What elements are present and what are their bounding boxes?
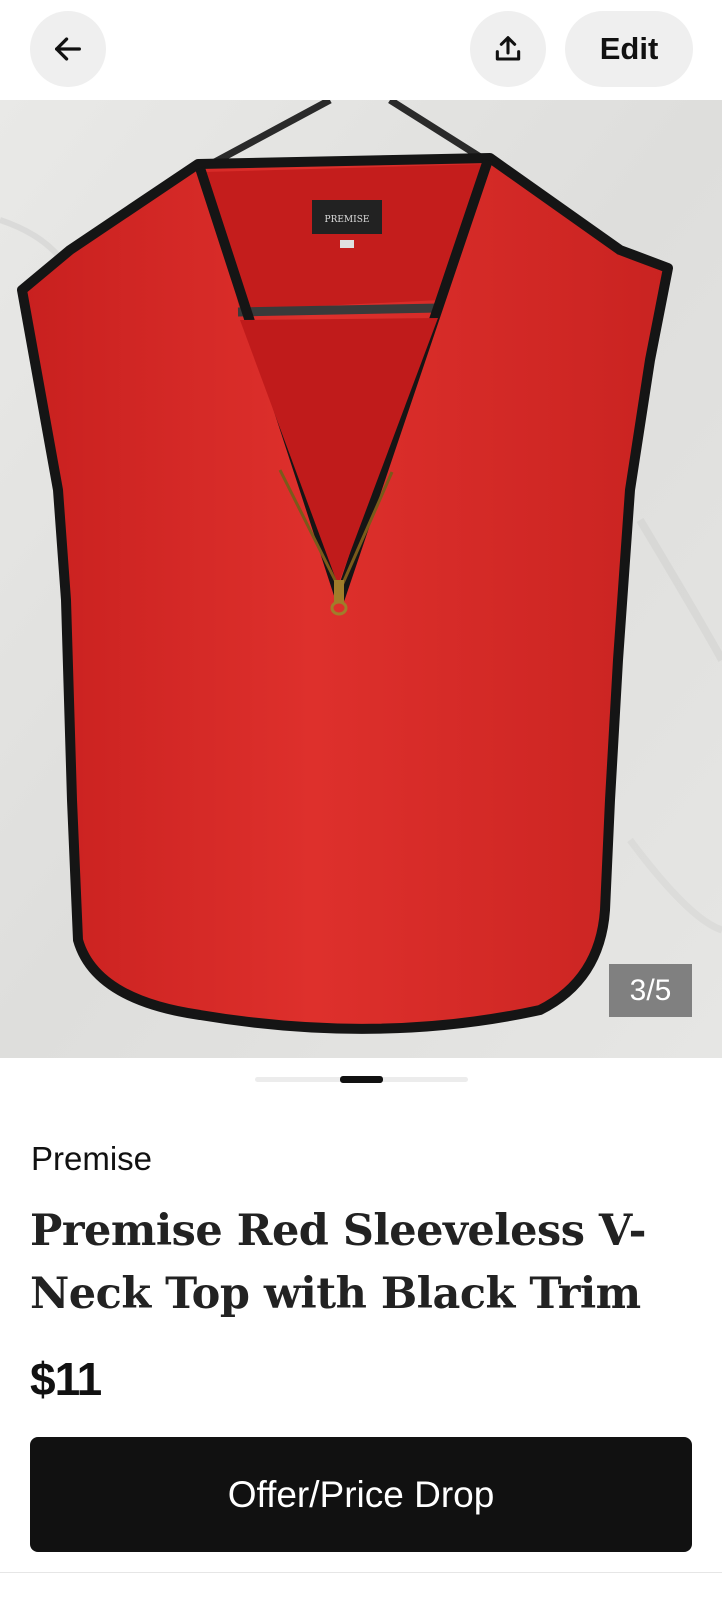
- share-upload-icon: [495, 36, 521, 61]
- listing-title: Premise Red Sleeveless V-Neck Top with B…: [30, 1206, 646, 1319]
- product-image: PREMISE: [0, 100, 722, 1058]
- bottom-action-bar: Offer/Price Drop: [0, 1428, 722, 1600]
- back-button[interactable]: [30, 11, 106, 87]
- divider: [0, 1572, 722, 1573]
- listing-price: $11: [30, 1353, 102, 1405]
- garment-label-text: PREMISE: [325, 215, 370, 225]
- gallery-progress-indicator: [340, 1076, 383, 1083]
- edit-button[interactable]: Edit: [565, 11, 693, 87]
- top-bar: Edit: [0, 0, 722, 100]
- share-button[interactable]: [470, 11, 546, 87]
- image-counter: 3/5: [609, 964, 692, 1017]
- brand-name[interactable]: Premise: [31, 1140, 152, 1178]
- offer-price-drop-button[interactable]: Offer/Price Drop: [30, 1437, 692, 1552]
- product-photo[interactable]: PREMISE 3/5: [0, 100, 722, 1058]
- arrow-left-icon: [55, 37, 81, 61]
